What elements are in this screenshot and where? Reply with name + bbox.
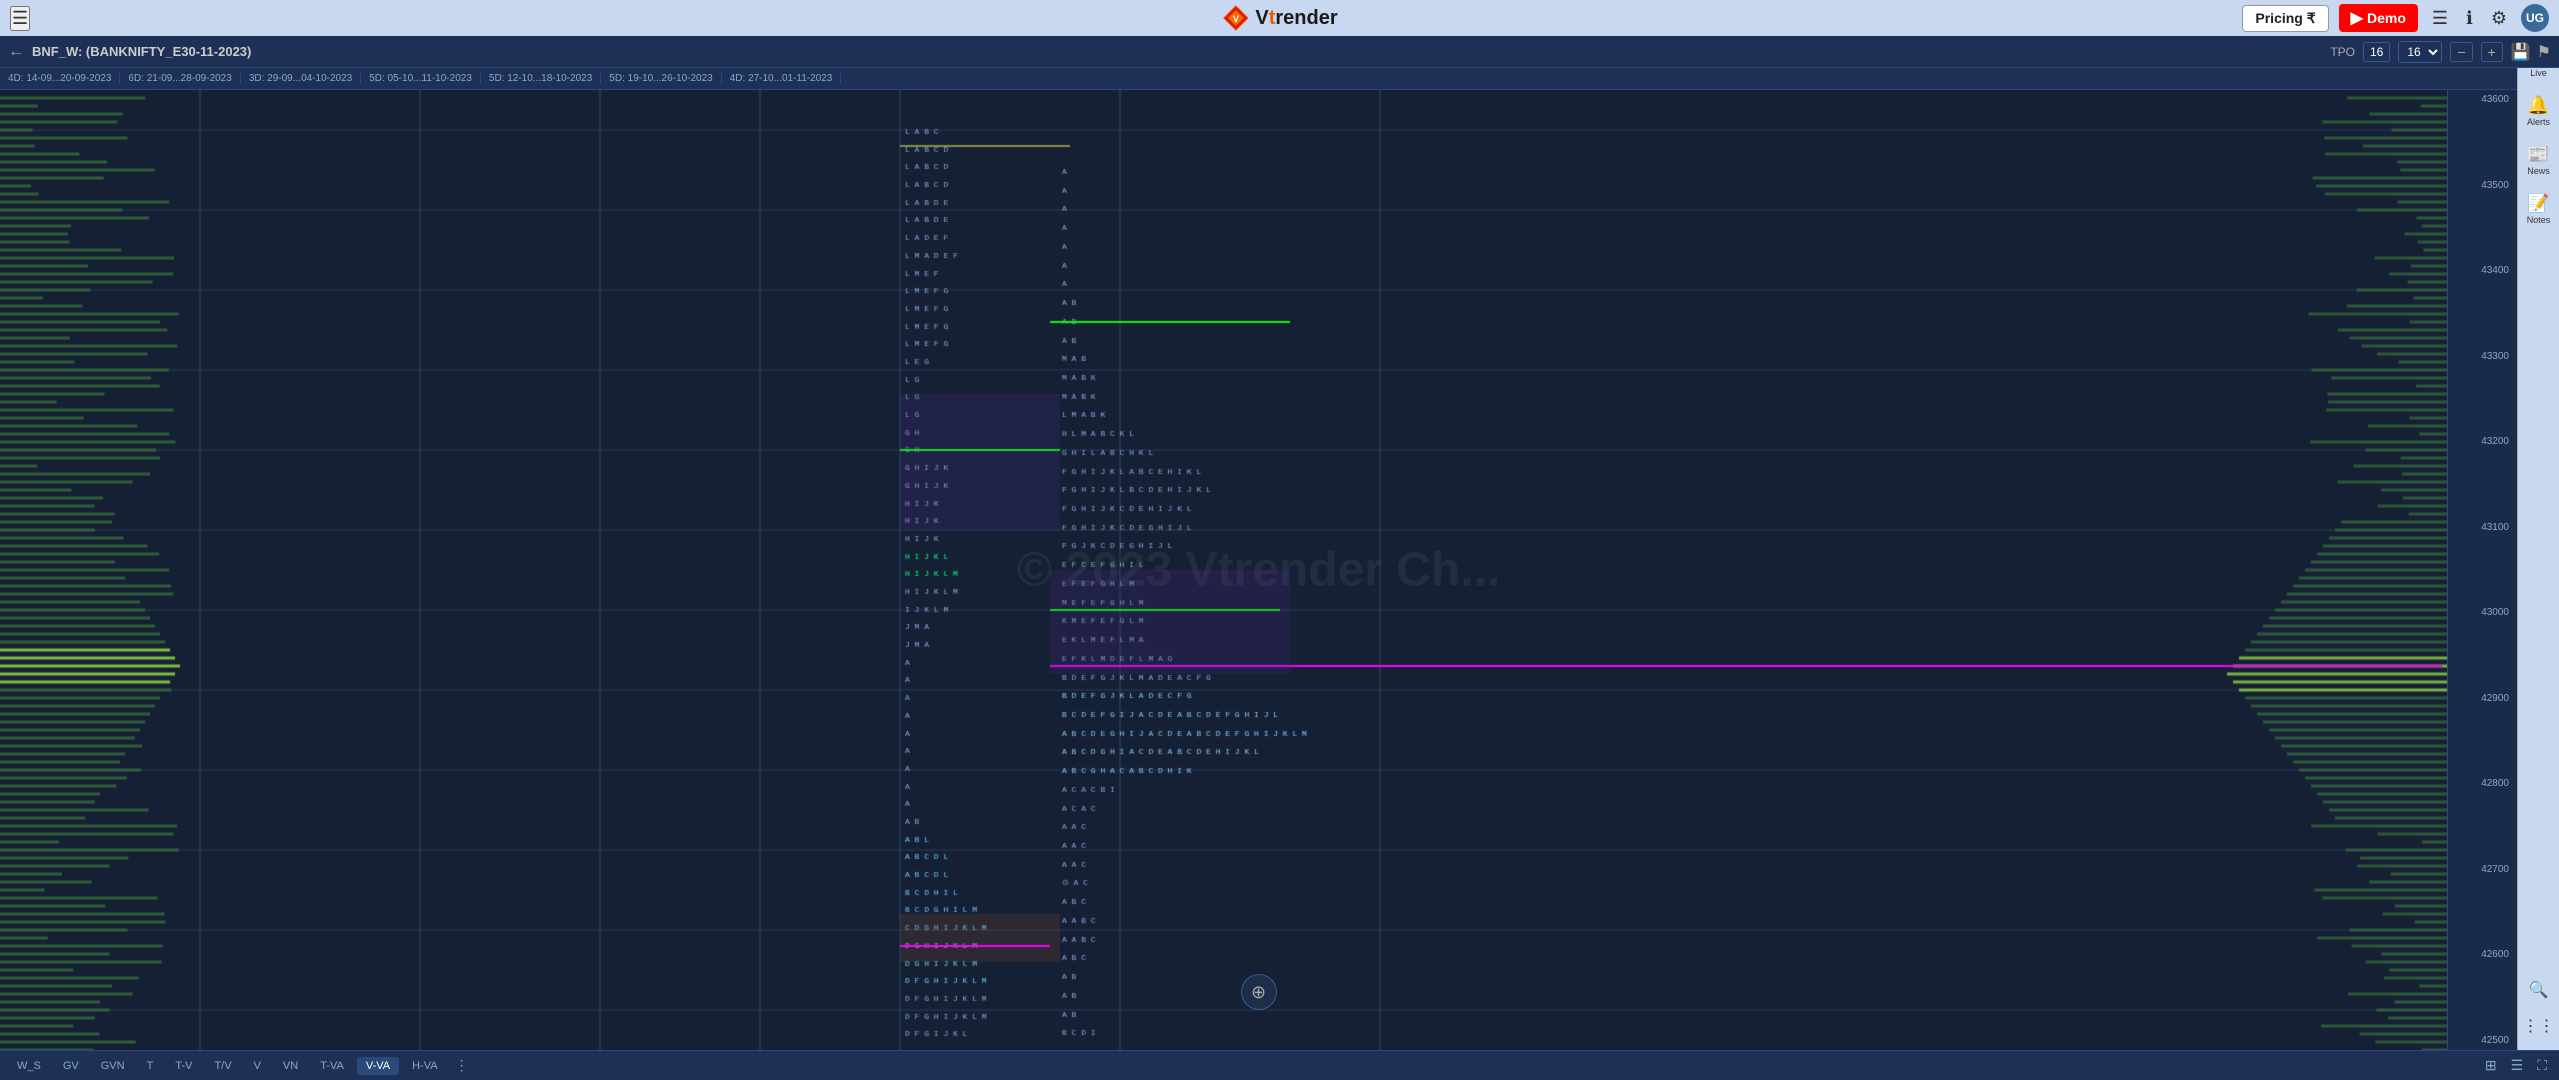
hva-button[interactable]: H-VA [403,1057,446,1075]
date-label-6: 4D: 27-10...01-11-2023 [722,73,842,84]
vva-button[interactable]: V-VA [357,1057,399,1075]
expand-button[interactable]: ⛶ [2533,1055,2551,1076]
chart-toolbar: ← BNF_W: (BANKNIFTY_E30-11-2023) TPO 16 … [0,36,2559,68]
tdivv-button[interactable]: T/V [205,1057,240,1075]
grid-view-button[interactable]: ⊞ [2481,1055,2501,1076]
price-tick-7: 42900 [2452,693,2513,704]
logo-area: V Vtrender [1221,4,1337,32]
price-tick-11: 42500 [2452,1035,2513,1046]
news-icon: 📰 [2527,144,2549,165]
price-tick-4: 43200 [2452,436,2513,447]
sidebar-item-news[interactable]: 📰 News [2520,138,2558,183]
logo-text: Vtrender [1255,7,1337,30]
bottom-toolbar: W_S GV GVN T T-V T/V V VN T-VA V-VA H-VA… [0,1050,2559,1080]
minus-button[interactable]: − [2450,42,2472,62]
more-button[interactable]: ⋮ [451,1055,473,1076]
list-icon-button[interactable]: ☰ [2428,4,2452,33]
save-button[interactable]: 💾 [2511,42,2531,62]
tpo-value: 16 [2363,42,2390,62]
bottom-right-icons: ⊞ ☰ ⛶ [2481,1055,2551,1076]
sidebar-item-alerts[interactable]: 🔔 Alerts [2520,89,2558,134]
v-button[interactable]: V [245,1057,270,1075]
symbol-label: BNF_W: (BANKNIFTY_E30-11-2023) [32,44,251,59]
demo-button[interactable]: ▶ Demo [2339,4,2418,32]
price-tick-8: 42800 [2452,778,2513,789]
grid-icon: ⋮⋮ [2523,1016,2555,1036]
sidebar-item-label-alerts: Alerts [2527,118,2550,128]
toolbar-right-icons: 💾 ⚑ [2511,42,2551,62]
date-label-4: 5D: 12-10...18-10-2023 [481,73,601,84]
hamburger-menu-button[interactable]: ☰ [10,6,30,31]
search-icon: 🔍 [2529,980,2549,1000]
notes-icon: 📝 [2527,193,2549,214]
gv-button[interactable]: GV [54,1057,88,1075]
svg-text:V: V [1232,14,1238,24]
price-tick-6: 43000 [2452,607,2513,618]
price-tick-5: 43100 [2452,522,2513,533]
t-button[interactable]: T [138,1057,163,1075]
price-tick-9: 42700 [2452,864,2513,875]
crosshair-icon: ⊕ [1251,982,1266,1003]
user-avatar[interactable]: UG [2521,4,2549,32]
logo-diamond-icon: V [1221,4,1249,32]
tv-button[interactable]: T-V [166,1057,201,1075]
price-tick-0: 43600 [2452,94,2513,105]
youtube-icon: ▶ [2351,8,2363,28]
crosshair-button[interactable]: ⊕ [1241,974,1277,1010]
top-navbar: ☰ V Vtrender Pricing ₹ ▶ Demo ☰ ℹ ⚙ UG [0,0,2559,36]
date-label-1: 6D: 21-09...28-09-2023 [120,73,240,84]
tpo-label: TPO [2330,45,2355,59]
sidebar-item-label-news: News [2527,167,2550,177]
plus-button[interactable]: + [2481,42,2503,62]
date-timeline: 4D: 14-09...20-09-2023 6D: 21-09...28-09… [0,68,2517,90]
price-tick-3: 43300 [2452,351,2513,362]
price-tick-10: 42600 [2452,949,2513,960]
tpo-dropdown[interactable]: 16 8 32 [2398,41,2442,63]
nav-right: Pricing ₹ ▶ Demo ☰ ℹ ⚙ UG [2242,4,2549,33]
right-sidebar: 📊 Live 🔔 Alerts 📰 News 📝 Notes 🔍 ⋮⋮ [2517,36,2559,1050]
price-tick-2: 43400 [2452,265,2513,276]
chart-area[interactable]: © 2023 Vtrender Ch... 43600 43500 43400 … [0,90,2517,1050]
list-view-button[interactable]: ☰ [2507,1055,2528,1076]
sidebar-item-search[interactable]: 🔍 [2520,974,2558,1006]
date-label-0: 4D: 14-09...20-09-2023 [0,73,120,84]
back-button[interactable]: ← [8,43,24,61]
gvn-button[interactable]: GVN [92,1057,134,1075]
vn-button[interactable]: VN [274,1057,307,1075]
tpo-canvas [0,90,2447,1050]
date-label-3: 5D: 05-10...11-10-2023 [361,73,481,84]
sidebar-item-label-live: Live [2530,69,2547,79]
pricing-button[interactable]: Pricing ₹ [2242,5,2328,32]
nav-left: ☰ [10,6,30,31]
sidebar-item-label-notes: Notes [2527,216,2551,226]
sidebar-item-grid[interactable]: ⋮⋮ [2520,1010,2558,1042]
ws-button[interactable]: W_S [8,1057,50,1075]
alerts-icon: 🔔 [2527,95,2549,116]
price-scale: 43600 43500 43400 43300 43200 43100 4300… [2447,90,2517,1050]
date-label-5: 5D: 19-10...26-10-2023 [601,73,721,84]
tva-button[interactable]: T-VA [311,1057,353,1075]
sidebar-item-notes[interactable]: 📝 Notes [2520,187,2558,232]
settings-icon-button[interactable]: ⚙ [2487,4,2511,33]
date-label-2: 3D: 29-09...04-10-2023 [241,73,361,84]
flag-button[interactable]: ⚑ [2537,42,2551,62]
info-icon-button[interactable]: ℹ [2462,4,2477,33]
price-tick-1: 43500 [2452,180,2513,191]
